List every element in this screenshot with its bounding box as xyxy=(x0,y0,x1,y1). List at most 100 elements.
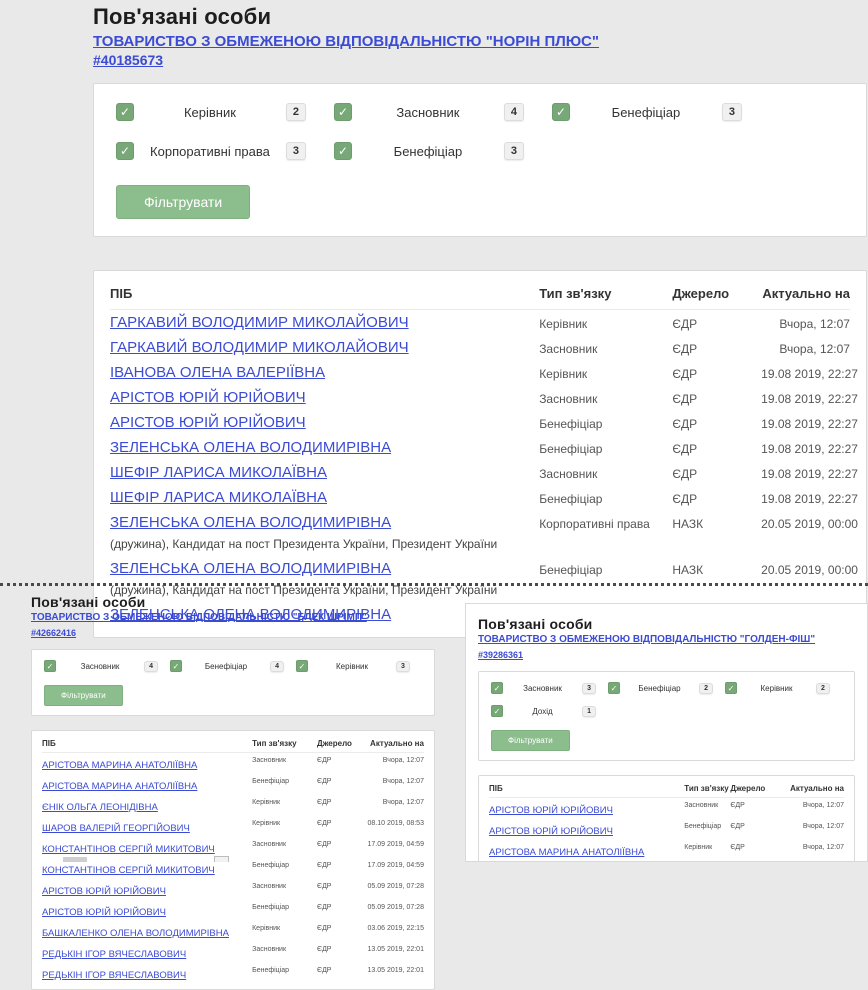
table-row: АРІСТОВ ЮРІЙ ЮРІЙОВИЧ Засновник ЄДР 05.0… xyxy=(42,879,424,900)
person-link[interactable]: АРІСТОВ ЮРІЙ ЮРІЙОВИЧ xyxy=(110,389,306,406)
filter-button[interactable]: Фільтрувати xyxy=(116,185,250,219)
filter-panel: ✓ Керівник 2 ✓ Засновник 4 ✓ Бенефіціар … xyxy=(93,83,867,237)
table-row: АРІСТОВА МАРИНА АНАТОЛІЇВНА Засновник ЄД… xyxy=(42,753,424,774)
table-row: АРІСТОВ ЮРІЙ ЮРІЙОВИЧ Засновник ЄДР 19.0… xyxy=(110,385,850,410)
checkbox-checked-icon[interactable]: ✓ xyxy=(116,142,134,160)
relation-type: Засновник xyxy=(252,755,317,764)
checkbox-checked-icon[interactable]: ✓ xyxy=(725,682,737,694)
person-link[interactable]: АРІСТОВА МАРИНА АНАТОЛІЇВНА xyxy=(42,781,197,792)
filter-label: Керівник xyxy=(308,662,396,671)
table-row: АРІСТОВ ЮРІЙ ЮРІЙОВИЧ Бенефіціар ЄДР 19.… xyxy=(110,410,850,435)
relation-type: Бенефіціар xyxy=(539,414,672,431)
filter-label: Бенефіціар xyxy=(620,684,699,693)
table-row: ГАРКАВИЙ ВОЛОДИМИР МИКОЛАЙОВИЧ Засновник… xyxy=(110,335,850,360)
person-link[interactable]: ГАРКАВИЙ ВОЛОДИМИР МИКОЛАЙОВИЧ xyxy=(110,339,409,356)
company-code-link[interactable]: #42662416 xyxy=(31,628,76,638)
table-row: ШЕФІР ЛАРИСА МИКОЛАЇВНА Бенефіціар ЄДР 1… xyxy=(110,485,850,510)
persons-table: ПІБ Тип зв'язку Джерело Актуально на АРІ… xyxy=(478,775,855,862)
relation-type: Засновник xyxy=(539,464,672,481)
table-row: АРІСТОВ ЮРІЙ ЮРІЙОВИЧ Засновник ЄДР Вчор… xyxy=(489,798,844,819)
person-link[interactable]: АРІСТОВ ЮРІЙ ЮРІЙОВИЧ xyxy=(489,805,613,816)
person-link[interactable]: АРІСТОВА МАРИНА АНАТОЛІЇВНА xyxy=(489,847,644,858)
pagination-cutoff xyxy=(63,857,87,862)
filter-list: ✓ Засновник 3 ✓ Бенефіціар 2 ✓ Керівник … xyxy=(491,682,842,728)
person-link[interactable]: АРІСТОВ ЮРІЙ ЮРІЙОВИЧ xyxy=(42,907,166,918)
source: ЄДР xyxy=(317,881,363,890)
table-row: БАШКАЛЕНКО ОЛЕНА ВОЛОДИМИРІВНА Керівник … xyxy=(42,921,424,942)
header-source: Джерело xyxy=(317,739,363,748)
actual-date: 19.08 2019, 22:27 xyxy=(761,364,850,381)
person-link[interactable]: ІВАНОВА ОЛЕНА ВАЛЕРІЇВНА xyxy=(110,364,325,381)
person-link[interactable]: АРІСТОВ ЮРІЙ ЮРІЙОВИЧ xyxy=(42,886,166,897)
company-link[interactable]: ТОВАРИСТВО З ОБМЕЖЕНОЮ ВІДПОВІДАЛЬНІСТЮ … xyxy=(478,634,855,645)
actual-date: Вчора, 12:07 xyxy=(769,800,844,809)
actual-date: Вчора, 12:07 xyxy=(769,821,844,830)
company-link[interactable]: ТОВАРИСТВО З ОБМЕЖЕНОЮ ВІДПОВІДАЛЬНІСТЮ … xyxy=(93,33,867,50)
actual-date: 13.05 2019, 22:01 xyxy=(363,944,424,953)
checkbox-checked-icon[interactable]: ✓ xyxy=(608,682,620,694)
checkbox-checked-icon[interactable]: ✓ xyxy=(334,103,352,121)
source: ЄДР xyxy=(672,464,761,481)
relation-type: Бенефіціар xyxy=(252,860,317,869)
person-link[interactable]: ШЕФІР ЛАРИСА МИКОЛАЇВНА xyxy=(110,489,327,506)
relation-type: Бенефіціар xyxy=(684,821,730,830)
table-header-row: ПІБ Тип зв'язку Джерело Актуально на xyxy=(42,734,424,753)
checkbox-checked-icon[interactable]: ✓ xyxy=(491,682,503,694)
person-link[interactable]: РЕДЬКІН ІГОР ВЯЧЕСЛАВОВИЧ xyxy=(42,949,186,960)
actual-date: 19.08 2019, 22:27 xyxy=(761,389,850,406)
checkbox-checked-icon[interactable]: ✓ xyxy=(296,660,308,672)
person-link[interactable]: КОНСТАНТІНОВ СЕРГІЙ МИКИТОВИЧ xyxy=(42,865,215,876)
person-link[interactable]: ШАРОВ ВАЛЕРІЙ ГЕОРГІЙОВИЧ xyxy=(42,823,190,834)
checkbox-checked-icon[interactable]: ✓ xyxy=(170,660,182,672)
person-link[interactable]: КОНСТАНТІНОВ СЕРГІЙ МИКИТОВИЧ xyxy=(42,844,215,855)
table-row: АРІСТОВА МАРИНА АНАТОЛІЇВНА Керівник ЄДР… xyxy=(489,840,844,861)
actual-date: Вчора, 12:07 xyxy=(761,339,850,356)
company-code-link[interactable]: #39286361 xyxy=(478,650,523,660)
header-type: Тип зв'язку xyxy=(539,286,672,301)
checkbox-checked-icon[interactable]: ✓ xyxy=(334,142,352,160)
filter-count-badge: 3 xyxy=(582,683,596,694)
checkbox-checked-icon[interactable]: ✓ xyxy=(552,103,570,121)
person-link[interactable]: ШЕФІР ЛАРИСА МИКОЛАЇВНА xyxy=(110,464,327,481)
source: ЄДР xyxy=(672,489,761,506)
person-link[interactable]: ЗЕЛЕНСЬКА ОЛЕНА ВОЛОДИМИРІВНА xyxy=(110,560,391,577)
filter-list: ✓ Засновник 4 ✓ Бенефіціар 4 ✓ Керівник … xyxy=(44,660,422,683)
person-link[interactable]: БАШКАЛЕНКО ОЛЕНА ВОЛОДИМИРІВНА xyxy=(42,928,229,939)
actual-date: 13.05 2019, 22:01 xyxy=(363,965,424,974)
relation-type: Бенефіціар xyxy=(252,965,317,974)
person-link[interactable]: ЗЕЛЕНСЬКА ОЛЕНА ВОЛОДИМИРІВНА xyxy=(110,514,391,531)
source: ЄДР xyxy=(672,364,761,381)
actual-date: Вчора, 12:07 xyxy=(363,776,424,785)
person-link[interactable]: АРІСТОВ ЮРІЙ ЮРІЙОВИЧ xyxy=(489,826,613,837)
person-link[interactable]: ЗЕЛЕНСЬКА ОЛЕНА ВОЛОДИМИРІВНА xyxy=(110,439,391,456)
person-link[interactable]: РЕДЬКІН ІГОР ВЯЧЕСЛАВОВИЧ xyxy=(42,970,186,981)
relation-type: Бенефіціар xyxy=(539,560,672,577)
checkbox-checked-icon[interactable]: ✓ xyxy=(44,660,56,672)
filter-count-badge: 2 xyxy=(699,683,713,694)
filter-button[interactable]: Фільтрувати xyxy=(491,730,570,751)
filter-button[interactable]: Фільтрувати xyxy=(44,685,123,706)
relation-type: Засновник xyxy=(539,389,672,406)
person-link[interactable]: АРІСТОВА МАРИНА АНАТОЛІЇВНА xyxy=(42,760,197,771)
header-source: Джерело xyxy=(730,784,769,793)
actual-date: 17.09 2019, 04:59 xyxy=(363,839,424,848)
filter-label: Корпоративні права xyxy=(134,144,286,159)
company-link[interactable]: ТОВАРИСТВО З ОБМЕЖЕНОЮ ВІДПОВІДАЛЬНІСТЮ … xyxy=(31,612,435,623)
filter-label: Керівник xyxy=(134,105,286,120)
checkbox-checked-icon[interactable]: ✓ xyxy=(116,103,134,121)
table-body: ГАРКАВИЙ ВОЛОДИМИР МИКОЛАЙОВИЧ Керівник … xyxy=(110,310,850,627)
company-code-link[interactable]: #40185673 xyxy=(93,52,163,68)
person-link[interactable]: АРІСТОВ ЮРІЙ ЮРІЙОВИЧ xyxy=(110,414,306,431)
relation-type: Засновник xyxy=(252,839,317,848)
table-row: ШАРОВ ВАЛЕРІЙ ГЕОРГІЙОВИЧ Керівник ЄДР 0… xyxy=(42,816,424,837)
source: ЄДР xyxy=(317,755,363,764)
relation-type: Бенефіціар xyxy=(539,439,672,456)
filter-count-badge: 3 xyxy=(286,142,306,160)
relation-type: Засновник xyxy=(684,800,730,809)
source: ЄДР xyxy=(317,839,363,848)
person-link[interactable]: ГАРКАВИЙ ВОЛОДИМИР МИКОЛАЙОВИЧ xyxy=(110,314,409,331)
related-persons-section: Пов'язані особи ТОВАРИСТВО З ОБМЕЖЕНОЮ В… xyxy=(93,4,867,638)
person-link[interactable]: ЄНІК ОЛЬГА ЛЕОНІДІВНА xyxy=(42,802,158,813)
relation-type: Керівник xyxy=(252,818,317,827)
checkbox-checked-icon[interactable]: ✓ xyxy=(491,705,503,717)
